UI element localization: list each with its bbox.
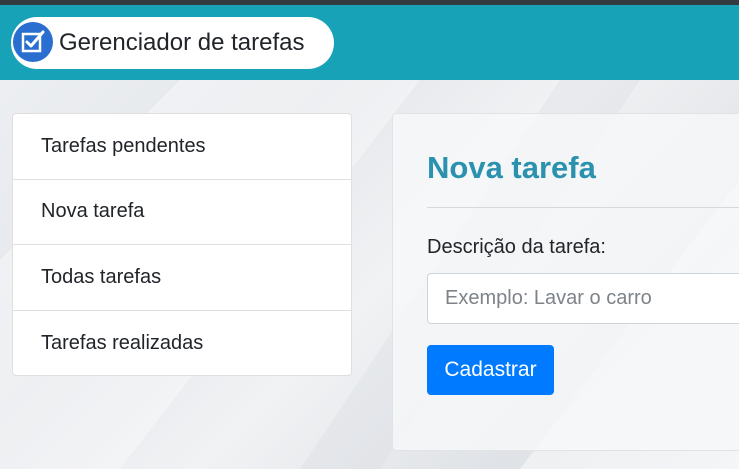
navbar: Gerenciador de tarefas — [0, 5, 739, 80]
sidebar-item-todas-tarefas[interactable]: Todas tarefas — [13, 245, 351, 311]
app-title: Gerenciador de tarefas — [59, 29, 305, 56]
title-divider — [427, 207, 739, 208]
cadastrar-button[interactable]: Cadastrar — [427, 345, 554, 395]
page-title: Nova tarefa — [427, 150, 596, 185]
sidebar-item-tarefas-realizadas[interactable]: Tarefas realizadas — [13, 311, 351, 376]
new-task-panel: Nova tarefa Descrição da tarefa: Cadastr… — [392, 113, 739, 451]
description-input[interactable] — [427, 273, 739, 324]
checkbox-icon — [13, 22, 53, 62]
brand-pill[interactable]: Gerenciador de tarefas — [11, 17, 334, 69]
description-label: Descrição da tarefa: — [427, 236, 606, 258]
sidebar-item-nova-tarefa[interactable]: Nova tarefa — [13, 180, 351, 245]
sidebar-menu: Tarefas pendentes Nova tarefa Todas tare… — [12, 113, 352, 376]
sidebar-item-tarefas-pendentes[interactable]: Tarefas pendentes — [13, 114, 351, 180]
